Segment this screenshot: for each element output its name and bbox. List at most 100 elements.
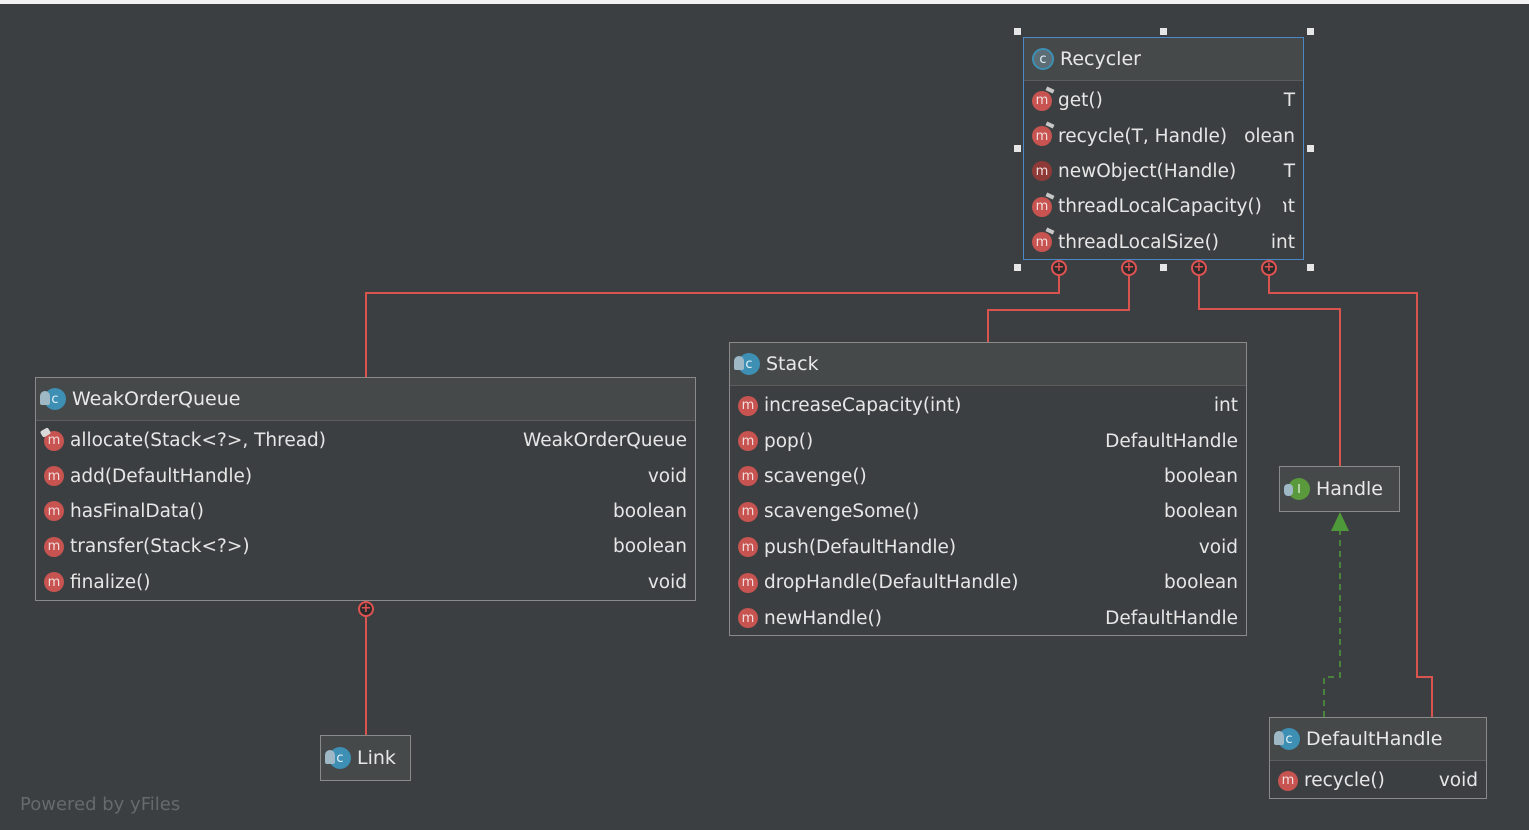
selection-handle[interactable] [1160, 264, 1167, 271]
member-type: int [1213, 395, 1238, 417]
method-icon: m [738, 395, 758, 416]
selection-handle[interactable] [1014, 264, 1021, 271]
node-defaulthandle-title: DefaultHandle [1306, 728, 1443, 750]
member-row[interactable]: m recycle() void [1270, 763, 1486, 798]
abstract-class-icon: c [1032, 48, 1054, 70]
node-handle-title: Handle [1316, 478, 1384, 500]
node-recycler[interactable]: c Recycler m get() T m recycle(T, Handle… [1023, 37, 1304, 260]
composition-badge-5: + [358, 601, 374, 617]
method-icon: m [738, 537, 758, 558]
implements-arrowhead [1331, 512, 1349, 531]
diagram-canvas[interactable]: + + + + + c Recycler m get() T m recycle… [0, 0, 1529, 830]
node-weakorderqueue-title: WeakOrderQueue [72, 388, 241, 410]
static-method-icon: m [39, 426, 64, 451]
member-name: add(DefaultHandle) [70, 465, 253, 487]
method-icon: m [1032, 196, 1052, 217]
class-icon: c [734, 353, 760, 375]
member-type: T [1283, 90, 1295, 112]
member-name: recycle() [1304, 770, 1385, 792]
node-link[interactable]: c Link [320, 735, 411, 781]
member-row[interactable]: m increaseCapacity(int) int [730, 388, 1246, 423]
selection-handle[interactable] [1160, 28, 1167, 35]
member-row[interactable]: m dropHandle(DefaultHandle) boolean [730, 565, 1246, 600]
member-type: boolean [1243, 125, 1295, 147]
member-row[interactable]: m add(DefaultHandle) void [36, 458, 695, 493]
member-type: void [1198, 536, 1238, 558]
member-type: T [1283, 160, 1295, 182]
member-row[interactable]: m newObject(Handle) T [1024, 154, 1303, 189]
selection-handle[interactable] [1307, 28, 1314, 35]
node-recycler-members: m get() T m recycle(T, Handle) boolean m… [1024, 81, 1303, 260]
composition-badge-4: + [1261, 260, 1277, 276]
node-defaulthandle[interactable]: c DefaultHandle m recycle() void [1269, 717, 1487, 799]
node-handle-header[interactable]: I Handle [1280, 467, 1399, 511]
method-icon: m [1032, 126, 1052, 147]
method-icon: m [44, 466, 64, 487]
member-row[interactable]: m scavengeSome() boolean [730, 494, 1246, 529]
member-name: get() [1058, 90, 1103, 112]
member-name: recycle(T, Handle) [1058, 125, 1228, 147]
member-name: dropHandle(DefaultHandle) [764, 572, 1019, 594]
member-type: DefaultHandle [1105, 607, 1238, 629]
node-stack-header[interactable]: c Stack [730, 343, 1246, 386]
node-recycler-header[interactable]: c Recycler [1024, 38, 1303, 81]
node-link-title: Link [357, 747, 396, 769]
member-row[interactable]: m allocate(Stack<?>, Thread) WeakOrderQu… [36, 423, 695, 458]
member-name: transfer(Stack<?>) [70, 536, 250, 558]
member-row[interactable]: m scavenge() boolean [730, 459, 1246, 494]
member-row[interactable]: m hasFinalData() boolean [36, 494, 695, 529]
node-link-header[interactable]: c Link [321, 736, 410, 780]
member-type: void [647, 465, 687, 487]
member-name: scavenge() [764, 465, 867, 487]
member-type: int [1270, 231, 1295, 253]
member-name: push(DefaultHandle) [764, 536, 957, 558]
member-name: pop() [764, 430, 814, 452]
member-type: boolean [1164, 501, 1238, 523]
member-row[interactable]: m recycle(T, Handle) boolean [1024, 118, 1303, 153]
composition-badge-1: + [1051, 260, 1067, 276]
member-name: threadLocalCapacity() [1058, 196, 1262, 218]
member-name: increaseCapacity(int) [764, 395, 962, 417]
member-name: newObject(Handle) [1058, 160, 1237, 182]
composition-badge-3: + [1191, 260, 1207, 276]
node-defaulthandle-header[interactable]: c DefaultHandle [1270, 718, 1486, 761]
node-stack[interactable]: c Stack m increaseCapacity(int) int m po… [729, 342, 1247, 636]
member-row[interactable]: m threadLocalCapacity() int [1024, 189, 1303, 224]
node-weakorderqueue[interactable]: c WeakOrderQueue m allocate(Stack<?>, Th… [35, 377, 696, 601]
member-row[interactable]: m transfer(Stack<?>) boolean [36, 529, 695, 564]
node-handle[interactable]: I Handle [1279, 466, 1400, 512]
member-row[interactable]: m newHandle() DefaultHandle [730, 600, 1246, 635]
selection-handle[interactable] [1307, 264, 1314, 271]
edge-defaulthandle-implements-handle [1323, 530, 1341, 717]
method-icon: m [1278, 770, 1298, 791]
method-icon: m [44, 572, 64, 593]
method-icon: m [738, 501, 758, 522]
member-row[interactable]: m finalize() void [36, 565, 695, 600]
node-stack-title: Stack [766, 353, 819, 375]
selection-handle[interactable] [1014, 28, 1021, 35]
selection-handle[interactable] [1014, 145, 1021, 152]
abstract-method-icon: m [1032, 161, 1052, 182]
member-row[interactable]: m threadLocalSize() int [1024, 225, 1303, 260]
method-icon: m [738, 466, 758, 487]
member-type: boolean [613, 500, 687, 522]
method-icon: m [1032, 232, 1052, 253]
class-icon: c [1274, 728, 1300, 750]
node-recycler-title: Recycler [1060, 48, 1141, 70]
member-type: DefaultHandle [1105, 430, 1238, 452]
member-row[interactable]: m pop() DefaultHandle [730, 423, 1246, 458]
interface-icon: I [1284, 478, 1310, 500]
member-row[interactable]: m push(DefaultHandle) void [730, 530, 1246, 565]
member-row[interactable]: m get() T [1024, 83, 1303, 118]
member-type: boolean [1164, 572, 1238, 594]
method-icon: m [738, 572, 758, 593]
member-name: finalize() [70, 571, 151, 593]
class-icon: c [40, 388, 66, 410]
selection-handle[interactable] [1307, 145, 1314, 152]
member-name: hasFinalData() [70, 500, 204, 522]
method-icon: m [44, 536, 64, 557]
composition-badge-2: + [1121, 260, 1137, 276]
node-stack-members: m increaseCapacity(int) int m pop() Defa… [730, 386, 1246, 636]
node-weakorderqueue-header[interactable]: c WeakOrderQueue [36, 378, 695, 421]
member-type: void [1438, 770, 1478, 792]
